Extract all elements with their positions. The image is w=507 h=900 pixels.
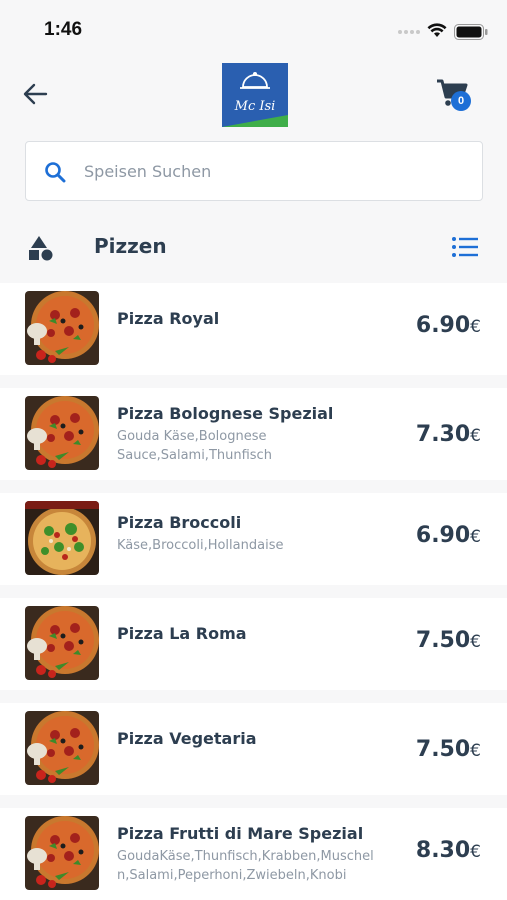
search-input[interactable] xyxy=(84,142,464,200)
search-bar[interactable] xyxy=(25,141,483,201)
list-view-icon[interactable] xyxy=(451,235,479,259)
category-bar: Pizzen xyxy=(0,222,507,274)
status-time: 1:46 xyxy=(44,19,83,40)
categories-shapes-icon[interactable] xyxy=(28,235,54,261)
product-item[interactable]: Pizza Bolognese Spezial Gouda Käse,Bolog… xyxy=(0,388,507,480)
back-arrow-icon[interactable] xyxy=(22,82,48,106)
pizza-image xyxy=(25,606,99,680)
pizza-image xyxy=(25,711,99,785)
pizza-image xyxy=(25,291,99,365)
product-item[interactable]: Pizza Frutti di Mare Spezial GoudaKäse,T… xyxy=(0,808,507,900)
currency-symbol: € xyxy=(470,317,481,337)
product-price: 7.30€ xyxy=(415,422,481,447)
currency-symbol: € xyxy=(470,842,481,862)
cart-button[interactable]: 0 xyxy=(436,78,476,114)
product-name: Pizza La Roma xyxy=(117,624,247,643)
currency-symbol: € xyxy=(470,632,481,652)
pizza-image xyxy=(25,816,99,890)
product-name: Pizza Vegetaria xyxy=(117,729,257,748)
cart-count-badge: 0 xyxy=(451,91,471,111)
status-bar: 1:46 xyxy=(0,0,507,60)
search-icon xyxy=(45,162,66,183)
wifi-icon xyxy=(427,23,447,37)
brand-logo: Mc Isi xyxy=(222,63,288,127)
product-name: Pizza Broccoli xyxy=(117,513,242,532)
product-price: 7.50€ xyxy=(415,737,481,762)
pizza-image xyxy=(25,396,99,470)
currency-symbol: € xyxy=(470,741,481,761)
product-price: 8.30€ xyxy=(415,838,481,863)
category-title: Pizzen xyxy=(94,234,167,258)
currency-symbol: € xyxy=(470,527,481,547)
product-item[interactable]: Pizza Royal 6.90€ xyxy=(0,283,507,375)
product-price: 7.50€ xyxy=(415,628,481,653)
product-description: Käse,Broccoli,Hollandaise xyxy=(117,538,284,553)
product-price: 6.90€ xyxy=(415,523,481,548)
product-name: Pizza Frutti di Mare Spezial xyxy=(117,824,364,843)
battery-icon xyxy=(454,24,488,40)
logo-text: Mc Isi xyxy=(234,99,276,114)
product-price: 6.90€ xyxy=(415,313,481,338)
product-item[interactable]: Pizza Vegetaria 7.50€ xyxy=(0,703,507,795)
cellular-signal-icon xyxy=(398,30,422,49)
currency-symbol: € xyxy=(470,426,481,446)
product-description: Gouda Käse,Bolognese Sauce,Salami,Thunfi… xyxy=(117,429,272,463)
pizza-image xyxy=(25,501,99,575)
product-name: Pizza Bolognese Spezial xyxy=(117,404,334,423)
product-item[interactable]: Pizza Broccoli Käse,Broccoli,Hollandaise… xyxy=(0,493,507,585)
app-header: Mc Isi 0 xyxy=(0,60,507,135)
product-item[interactable]: Pizza La Roma 7.50€ xyxy=(0,598,507,690)
product-description: GoudaKäse,Thunfisch,Krabben,Muschel n,Sa… xyxy=(117,849,374,883)
product-name: Pizza Royal xyxy=(117,309,220,328)
